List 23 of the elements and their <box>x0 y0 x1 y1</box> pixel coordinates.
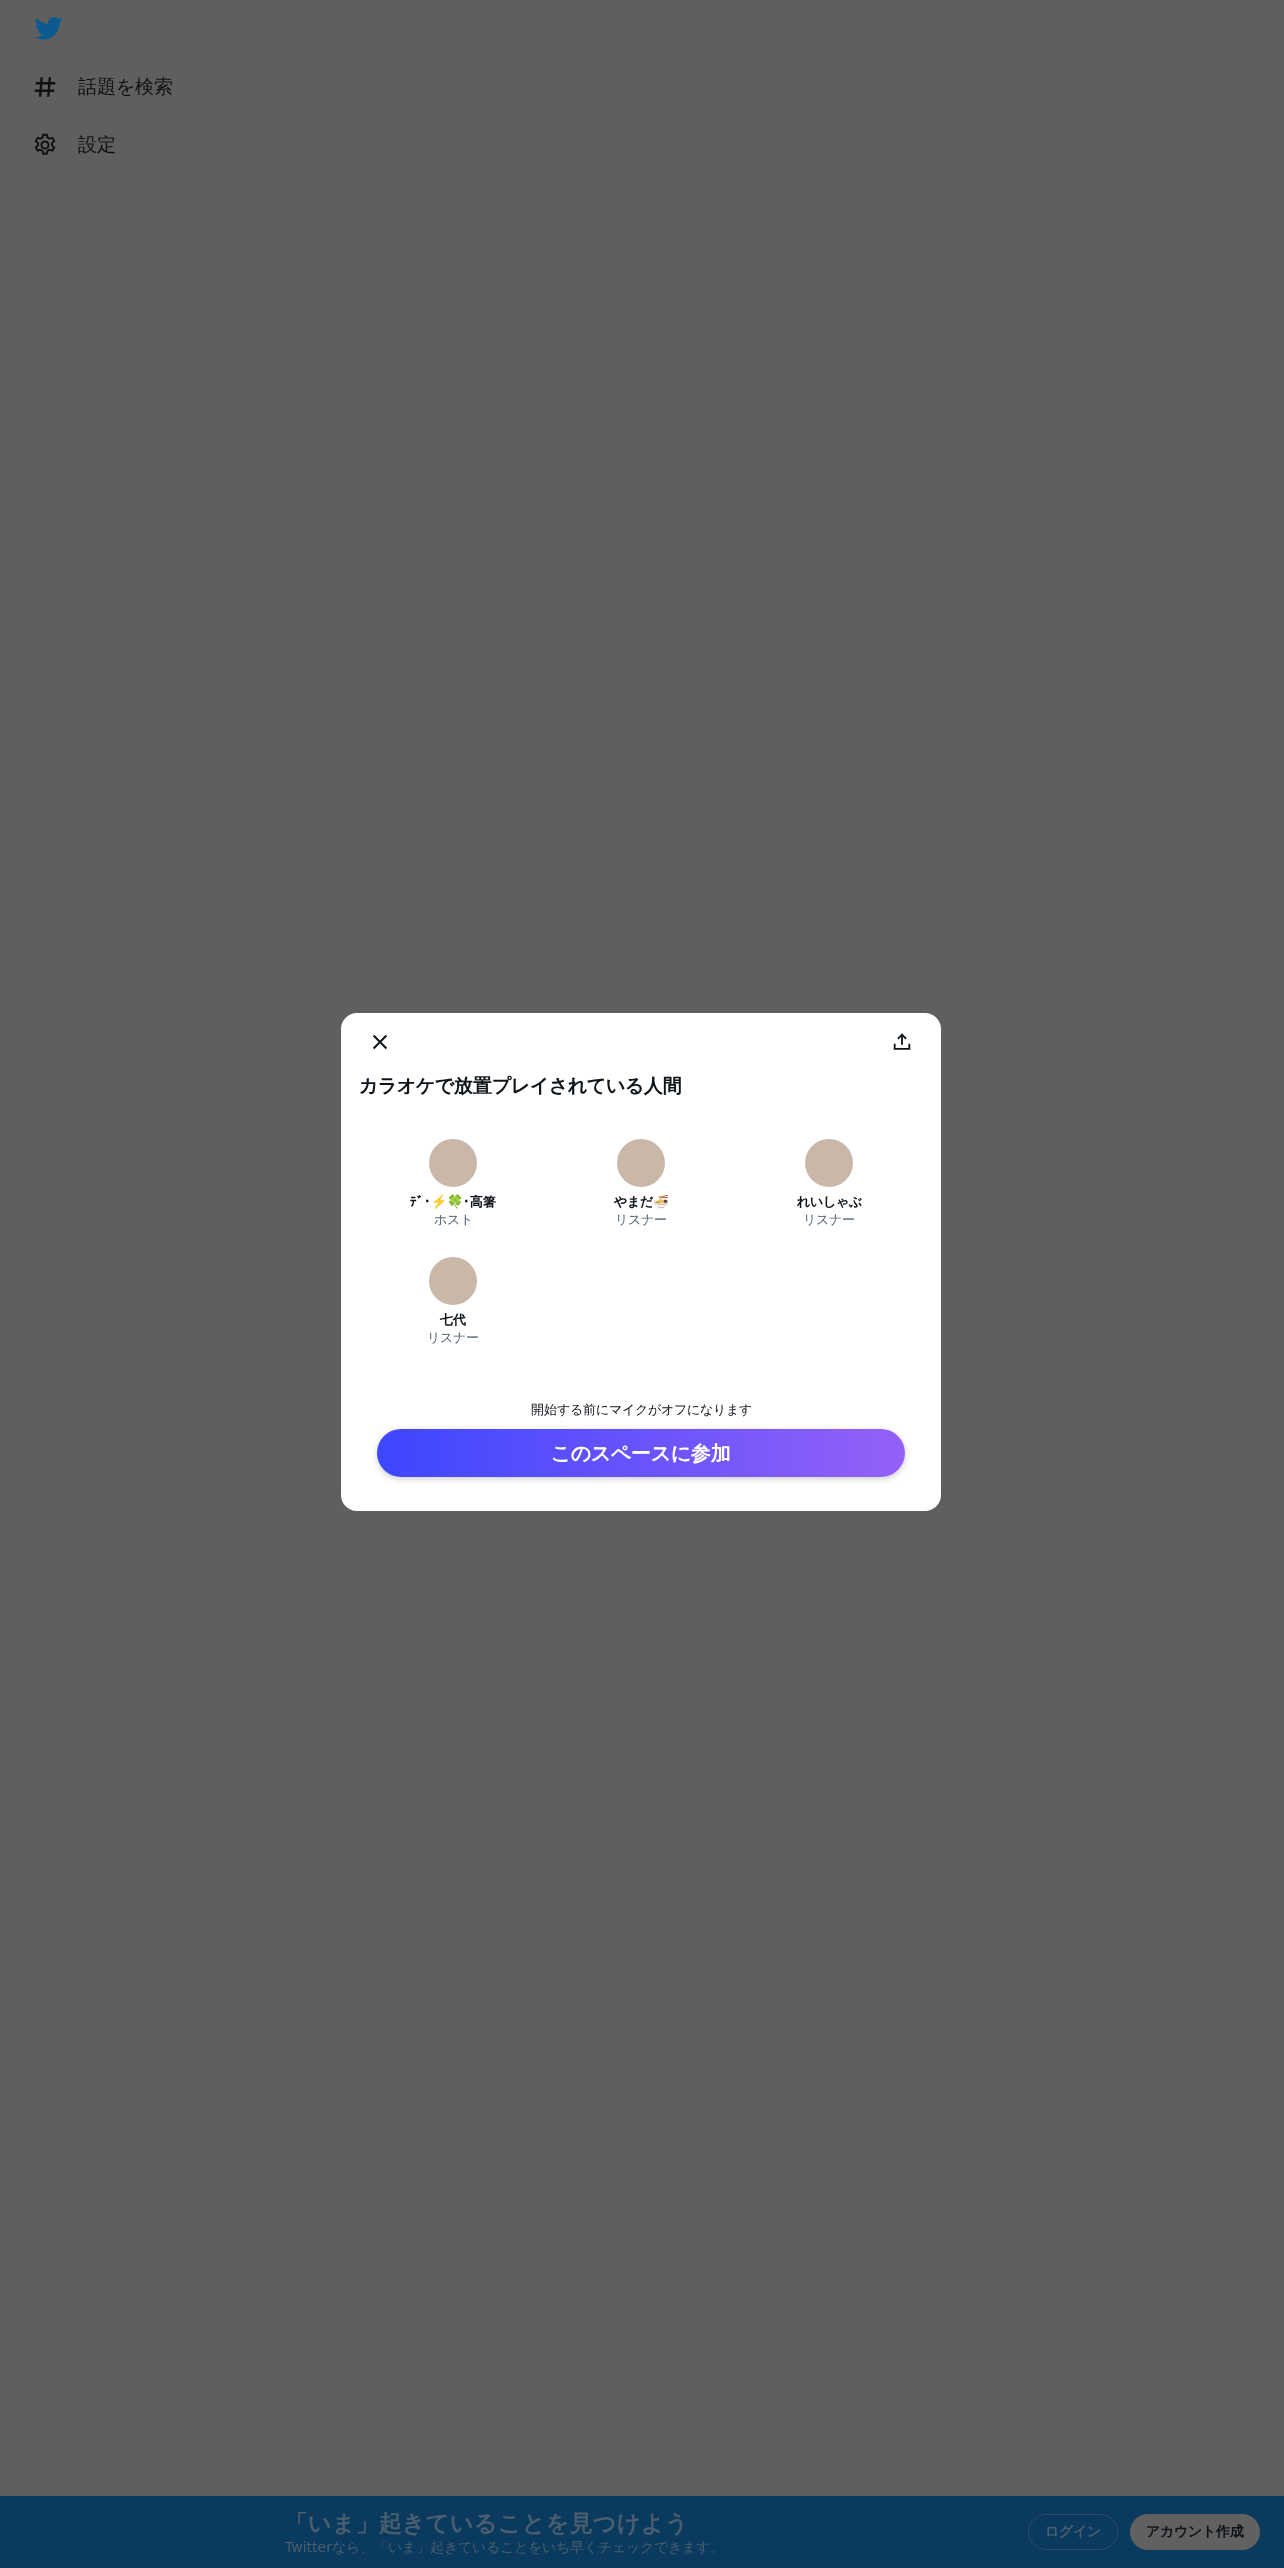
hashtag-icon <box>32 74 58 100</box>
bird-logo-icon[interactable] <box>33 14 65 42</box>
sidebar-item[interactable]: 設定 <box>32 116 116 174</box>
avatar[interactable] <box>429 1139 477 1187</box>
signup-button[interactable]: アカウント作成 <box>1130 2514 1260 2550</box>
sidebar-item[interactable]: 話題を検索 <box>32 58 173 116</box>
avatar[interactable] <box>429 1257 477 1305</box>
settings-icon <box>32 132 58 158</box>
join-space-button[interactable]: このスペースに参加 <box>377 1429 905 1477</box>
avatar[interactable] <box>805 1139 853 1187</box>
participant-name: やまだ🍜 <box>613 1193 669 1211</box>
participant-role: リスナー <box>615 1211 667 1229</box>
participant-role: リスナー <box>803 1211 855 1229</box>
mic-notice: 開始する前にマイクがオフになります <box>529 1401 753 1419</box>
participant-role: リスナー <box>427 1329 479 1347</box>
participant-role: ホスト <box>433 1211 473 1229</box>
participant-name: ﾃﾞ･⚡🍀･高箸 <box>410 1193 496 1211</box>
participant-name: 七代 <box>440 1311 466 1329</box>
avatar[interactable] <box>617 1139 665 1187</box>
banner-subtitle: Twitterなら、「いま」起きていることをいち早くチェックできます。 <box>285 2538 725 2557</box>
space-title: カラオケで放置プレイされている人間 <box>359 1073 683 1098</box>
banner-heading: 「いま」起きていることを見つけよう <box>285 2508 690 2538</box>
participant-name: れいしゃぶ <box>796 1193 862 1211</box>
